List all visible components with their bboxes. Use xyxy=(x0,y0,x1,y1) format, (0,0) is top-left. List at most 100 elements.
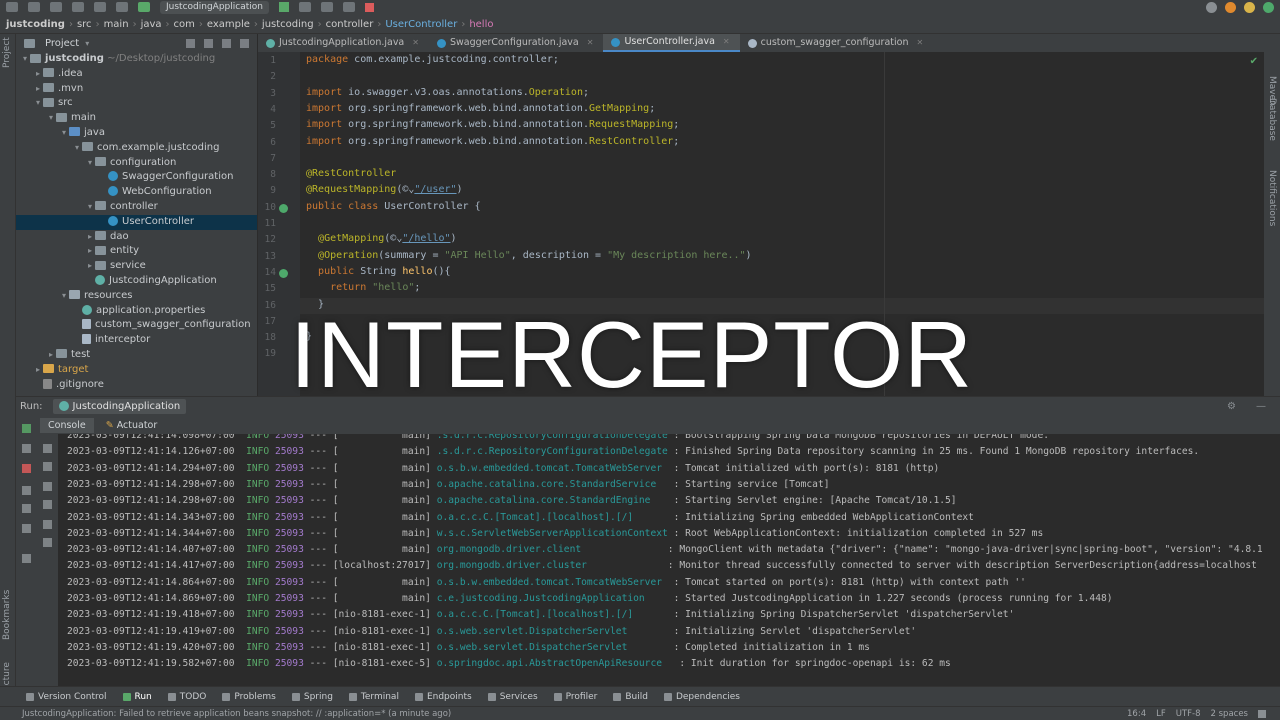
close-icon[interactable]: ✕ xyxy=(916,34,923,52)
chevron-right-icon[interactable]: ▸ xyxy=(85,244,95,259)
database-tool-label[interactable]: Database xyxy=(1267,98,1277,141)
tool-window-button[interactable]: Build xyxy=(613,692,648,702)
breadcrumb-item[interactable]: main xyxy=(104,19,129,30)
close-icon[interactable]: ✕ xyxy=(412,34,419,52)
tool-window-button[interactable]: Services xyxy=(487,692,538,702)
tree-item[interactable]: ▾ com.example.justcoding xyxy=(16,141,257,156)
console-tab[interactable]: Console xyxy=(40,417,94,433)
spring-bean-gutter-icon[interactable] xyxy=(279,268,288,278)
stop-icon[interactable] xyxy=(22,464,31,473)
sync-icon[interactable] xyxy=(50,2,62,12)
print-icon[interactable] xyxy=(43,520,52,529)
tree-item[interactable]: SwaggerConfiguration xyxy=(16,170,257,185)
debug-icon[interactable] xyxy=(298,2,311,12)
log-line[interactable]: 2023-03-09T12:41:14.344+07:00 INFO 25093… xyxy=(67,528,1043,539)
tree-item[interactable]: ▸ service xyxy=(16,259,257,274)
update-icon[interactable] xyxy=(1225,1,1236,13)
tree-item[interactable]: ▸ dao xyxy=(16,230,257,245)
breadcrumb-item[interactable]: justcoding xyxy=(6,19,65,30)
log-line[interactable]: 2023-03-09T12:41:14.343+07:00 INFO 25093… xyxy=(67,512,974,523)
code-line[interactable]: package com.example.justcoding.controlle… xyxy=(306,54,559,65)
breadcrumb-item[interactable]: com xyxy=(174,19,195,30)
log-line[interactable]: 2023-03-09T12:41:19.582+07:00 INFO 25093… xyxy=(67,658,951,669)
log-line[interactable]: 2023-03-09T12:41:14.294+07:00 INFO 25093… xyxy=(67,463,939,474)
project-tool-label[interactable]: Project xyxy=(2,37,12,68)
tree-item[interactable]: ▾ resources xyxy=(16,289,257,304)
chevron-down-icon[interactable]: ▾ xyxy=(33,96,43,111)
code-line[interactable]: import org.springframework.web.bind.anno… xyxy=(306,103,655,114)
tool-window-button[interactable]: Dependencies xyxy=(663,692,740,702)
log-line[interactable]: 2023-03-09T12:41:14.417+07:00 INFO 25093… xyxy=(67,560,1257,571)
layout-icon[interactable] xyxy=(22,524,31,533)
file-encoding[interactable]: UTF-8 xyxy=(1176,709,1201,719)
tree-item[interactable]: ▸ target xyxy=(16,363,257,378)
tool-window-button[interactable]: Problems xyxy=(222,692,276,702)
collapse-all-icon[interactable] xyxy=(204,38,213,48)
tool-window-button[interactable]: Version Control xyxy=(26,692,107,702)
tree-item[interactable]: JustcodingApplication xyxy=(16,274,257,289)
hide-icon[interactable] xyxy=(240,38,249,48)
log-line[interactable]: 2023-03-09T12:41:14.126+07:00 INFO 25093… xyxy=(67,446,1199,457)
minimize-icon[interactable]: — xyxy=(1256,401,1266,412)
tree-item[interactable]: ▾ configuration xyxy=(16,156,257,171)
project-panel-title[interactable]: Project xyxy=(45,38,79,49)
expand-all-icon[interactable] xyxy=(186,38,195,48)
status-message[interactable]: JustcodingApplication: Failed to retriev… xyxy=(22,709,451,719)
run-app-tab[interactable]: JustcodingApplication xyxy=(52,399,187,414)
chevron-down-icon[interactable]: ▾ xyxy=(20,52,30,67)
log-line[interactable]: 2023-03-09T12:41:19.419+07:00 INFO 25093… xyxy=(67,626,916,637)
close-icon[interactable]: ✕ xyxy=(723,33,730,51)
chevron-down-icon[interactable]: ▾ xyxy=(59,289,69,304)
tree-item[interactable]: interceptor xyxy=(16,333,257,348)
chevron-down-icon[interactable]: ▾ xyxy=(72,141,82,156)
chevron-right-icon[interactable]: ▸ xyxy=(33,67,43,82)
scroll-to-end-icon[interactable] xyxy=(43,500,52,509)
log-line[interactable]: 2023-03-09T12:41:14.407+07:00 INFO 25093… xyxy=(67,544,1264,555)
run-icon[interactable] xyxy=(278,2,289,12)
camera-icon[interactable] xyxy=(22,486,31,495)
tool-window-button[interactable]: TODO xyxy=(167,692,206,702)
bookmarks-tool-label[interactable]: Bookmarks xyxy=(2,590,12,640)
cursor-position[interactable]: 16:4 xyxy=(1127,709,1146,719)
log-line[interactable]: 2023-03-09T12:41:14.298+07:00 INFO 25093… xyxy=(67,495,957,506)
breadcrumb-item[interactable]: hello xyxy=(469,19,493,30)
tree-item[interactable]: ▾ main xyxy=(16,111,257,126)
chevron-down-icon[interactable]: ▾ xyxy=(46,111,56,126)
wrench-icon[interactable] xyxy=(22,444,31,453)
rerun-icon[interactable] xyxy=(22,424,31,433)
code-line[interactable]: public String hello(){ xyxy=(306,266,450,277)
settings-icon[interactable] xyxy=(1244,1,1255,13)
tree-item[interactable]: ▾ java xyxy=(16,126,257,141)
tool-window-button[interactable]: Profiler xyxy=(553,692,597,702)
log-line[interactable]: 2023-03-09T12:41:14.864+07:00 INFO 25093… xyxy=(67,577,1026,588)
coverage-icon[interactable] xyxy=(320,2,333,12)
back-icon[interactable] xyxy=(72,2,84,12)
code-line[interactable]: import io.swagger.v3.oas.annotations.Ope… xyxy=(306,87,589,98)
lock-icon[interactable] xyxy=(1258,710,1266,718)
tree-item[interactable]: .gitignore xyxy=(16,378,257,393)
chevron-right-icon[interactable]: ▸ xyxy=(46,348,56,363)
chevron-right-icon[interactable]: ▸ xyxy=(33,363,43,378)
build-icon[interactable] xyxy=(138,2,150,12)
code-line[interactable]: @RequestMapping(©⌄"/user") xyxy=(306,184,463,195)
tree-item[interactable]: ▸ .mvn xyxy=(16,82,257,97)
editor-tab[interactable]: JustcodingApplication.java ✕ xyxy=(258,34,429,52)
code-line[interactable]: @Operation(summary = "API Hello", descri… xyxy=(306,250,752,261)
chevron-right-icon[interactable]: ▸ xyxy=(85,230,95,245)
tool-window-button[interactable]: Spring xyxy=(291,692,333,702)
editor-tab[interactable]: SwaggerConfiguration.java ✕ xyxy=(429,34,604,52)
tree-item[interactable]: ▸ test xyxy=(16,348,257,363)
tree-item[interactable]: UserController xyxy=(16,214,257,230)
log-line[interactable]: 2023-03-09T12:41:14.298+07:00 INFO 25093… xyxy=(67,479,830,490)
chevron-right-icon[interactable]: ▸ xyxy=(85,259,95,274)
log-line[interactable]: 2023-03-09T12:41:19.418+07:00 INFO 25093… xyxy=(67,609,1014,620)
gear-icon[interactable]: ⚙ xyxy=(1227,401,1236,412)
breadcrumb-item[interactable]: java xyxy=(141,19,162,30)
breadcrumb-item[interactable]: src xyxy=(77,19,92,30)
arrow-down-icon[interactable] xyxy=(43,462,52,471)
actuator-tab[interactable]: ✎ Actuator xyxy=(98,418,166,433)
line-separator[interactable]: LF xyxy=(1156,709,1166,719)
breadcrumb-item[interactable]: UserController xyxy=(385,19,457,30)
chevron-down-icon[interactable]: ▾ xyxy=(59,126,69,141)
search-icon[interactable] xyxy=(1206,1,1217,13)
